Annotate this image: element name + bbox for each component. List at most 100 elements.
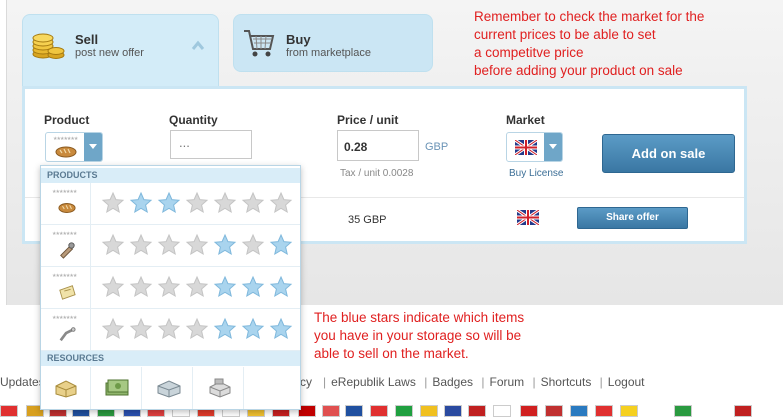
house-icon	[59, 327, 76, 342]
footer-link-forum[interactable]: Forum	[489, 375, 524, 389]
quality-stars-icon: ★★★★★★★	[52, 189, 77, 195]
country-flag-icon[interactable]	[420, 405, 438, 417]
country-flag-icon[interactable]	[674, 405, 692, 417]
country-flag-icon[interactable]	[620, 405, 638, 417]
footer-link-badges[interactable]: Badges	[432, 375, 473, 389]
footer-separator: |	[599, 375, 603, 389]
star-grey-icon[interactable]	[129, 317, 153, 341]
product-cell[interactable]: ★★★★★★★	[41, 225, 91, 266]
star-blue-icon[interactable]	[269, 317, 293, 341]
star-grey-icon[interactable]	[213, 191, 237, 215]
product-dropdown-list: PRODUCTS ★★★★★★★ ★★★★★★★ ★★★★★★★ ★★★★★★★ RE…	[40, 165, 301, 410]
star-grey-icon[interactable]	[269, 191, 293, 215]
tab-sell-subtitle: post new offer	[75, 47, 144, 59]
annotation-line: The blue stars indicate which items	[314, 310, 525, 325]
country-flag-icon[interactable]	[734, 405, 752, 417]
quality-stars-icon: ★★★★★★★	[53, 136, 78, 142]
weapon-icon	[60, 242, 75, 259]
product-cell[interactable]: ★★★★★★★	[41, 267, 91, 308]
tab-sell-title: Sell	[75, 32, 99, 47]
market-select[interactable]	[506, 132, 563, 162]
annotation-line: a competitve price	[474, 45, 584, 60]
resource-item[interactable]	[194, 367, 244, 409]
resource-item[interactable]	[41, 367, 91, 409]
star-grey-icon[interactable]	[157, 233, 181, 257]
footer-link-group: | eRepublik Laws | Badges | Forum | Shortcut…	[318, 375, 645, 389]
country-flag-icon[interactable]	[493, 405, 511, 417]
resources-row	[41, 367, 300, 409]
resource-item[interactable]	[92, 367, 142, 409]
country-flag-icon[interactable]	[395, 405, 413, 417]
star-grey-icon[interactable]	[157, 275, 181, 299]
product-row[interactable]: ★★★★★★★	[41, 267, 300, 309]
country-flag-icon[interactable]	[520, 405, 538, 417]
market-dropdown-button[interactable]	[544, 133, 562, 161]
star-grey-icon[interactable]	[185, 317, 209, 341]
quantity-input[interactable]: ...	[170, 130, 252, 159]
buy-license-link[interactable]: Buy License	[509, 168, 563, 179]
star-grey-icon[interactable]	[241, 191, 265, 215]
resource-item[interactable]	[143, 367, 193, 409]
star-grey-icon[interactable]	[101, 191, 125, 215]
add-on-sale-button[interactable]: Add on sale	[602, 134, 735, 173]
star-blue-icon[interactable]	[213, 317, 237, 341]
star-blue-icon[interactable]	[269, 275, 293, 299]
star-grey-icon[interactable]	[185, 233, 209, 257]
product-dropdown-button[interactable]	[84, 133, 102, 161]
footer-link-shortcuts[interactable]: Shortcuts	[541, 375, 592, 389]
country-flag-icon[interactable]	[595, 405, 613, 417]
star-blue-icon[interactable]	[241, 275, 265, 299]
cart-icon	[244, 30, 275, 57]
country-flag-icon[interactable]	[0, 405, 18, 417]
money-icon	[105, 379, 129, 396]
footer-separator: |	[424, 375, 428, 389]
bread-icon	[58, 203, 76, 213]
resources-header: RESOURCES	[41, 351, 300, 366]
star-grey-icon[interactable]	[185, 191, 209, 215]
star-grey-icon[interactable]	[101, 275, 125, 299]
star-blue-icon[interactable]	[213, 275, 237, 299]
annotation-line: before adding your product on sale	[474, 63, 683, 78]
star-blue-icon[interactable]	[157, 191, 181, 215]
footer-link-updates[interactable]: Updates	[0, 375, 45, 389]
tab-buy[interactable]: Buy from marketplace	[233, 14, 433, 72]
star-blue-icon[interactable]	[213, 233, 237, 257]
star-grey-icon[interactable]	[101, 317, 125, 341]
star-blue-icon[interactable]	[269, 233, 293, 257]
annotation-line: able to sell on the market.	[314, 346, 469, 361]
product-row[interactable]: ★★★★★★★	[41, 183, 300, 225]
star-blue-icon[interactable]	[241, 317, 265, 341]
star-grey-icon[interactable]	[241, 233, 265, 257]
country-flag-icon[interactable]	[545, 405, 563, 417]
chevron-up-icon	[191, 40, 205, 50]
footer-link-policy[interactable]: cy	[300, 375, 312, 389]
star-grey-icon[interactable]	[129, 233, 153, 257]
star-grey-icon[interactable]	[185, 275, 209, 299]
price-input[interactable]: 0.28	[337, 130, 419, 161]
quality-stars-icon: ★★★★★★★	[52, 231, 77, 237]
quality-stars-icon: ★★★★★★★	[52, 315, 77, 321]
footer-link-logout[interactable]: Logout	[608, 375, 645, 389]
coins-icon	[32, 33, 65, 59]
footer-separator: |	[532, 375, 536, 389]
star-grey-icon[interactable]	[157, 317, 181, 341]
star-blue-icon[interactable]	[129, 191, 153, 215]
star-grey-icon[interactable]	[101, 233, 125, 257]
country-flag-icon[interactable]	[570, 405, 588, 417]
product-row[interactable]: ★★★★★★★	[41, 225, 300, 267]
footer-link-laws[interactable]: eRepublik Laws	[331, 375, 416, 389]
share-offer-button[interactable]: Share offer	[577, 207, 688, 229]
country-flag-icon[interactable]	[370, 405, 388, 417]
country-flag-icon[interactable]	[322, 405, 340, 417]
uk-flag-icon	[515, 140, 537, 155]
country-flag-icon[interactable]	[345, 405, 363, 417]
product-cell[interactable]: ★★★★★★★	[41, 183, 91, 224]
annotation-line: you have in your storage so will be	[314, 328, 522, 343]
country-flag-icon[interactable]	[444, 405, 462, 417]
tab-sell[interactable]: Sell post new offer	[22, 14, 219, 86]
star-grey-icon[interactable]	[129, 275, 153, 299]
product-select[interactable]: ★★★★★★★	[45, 132, 103, 162]
product-cell[interactable]: ★★★★★★★	[41, 309, 91, 350]
country-flag-icon[interactable]	[468, 405, 486, 417]
product-row[interactable]: ★★★★★★★	[41, 309, 300, 351]
